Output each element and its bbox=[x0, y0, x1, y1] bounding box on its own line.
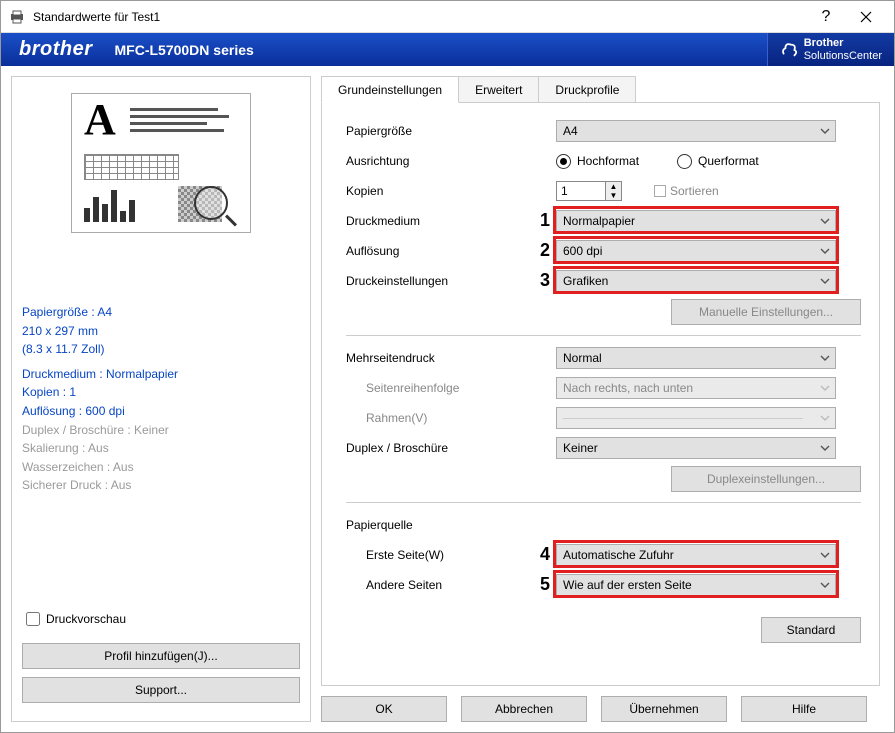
cancel-button[interactable]: Abbrechen bbox=[461, 696, 587, 722]
preview-image[interactable]: A bbox=[71, 93, 251, 233]
label-paper-source: Papierquelle bbox=[346, 518, 556, 532]
print-settings-dropdown[interactable]: Grafiken bbox=[556, 270, 836, 292]
border-dropdown bbox=[556, 407, 836, 429]
label-other-pages: Andere Seiten bbox=[346, 578, 556, 592]
left-panel: A Papiergröße : A4 210 x 297 mm (8.3 x 1… bbox=[11, 76, 311, 722]
label-copies: Kopien bbox=[346, 184, 556, 198]
spinner-up[interactable]: ▲ bbox=[606, 182, 621, 191]
copies-spinner[interactable]: ▲▼ bbox=[556, 181, 622, 201]
chevron-down-icon bbox=[820, 442, 830, 456]
chevron-down-icon bbox=[820, 352, 830, 366]
chevron-down-icon bbox=[820, 579, 830, 593]
printer-model: MFC-L5700DN series bbox=[115, 42, 254, 58]
radio-portrait[interactable]: Hochformat bbox=[556, 154, 639, 169]
multipage-dropdown[interactable]: Normal bbox=[556, 347, 836, 369]
label-paper-size: Papiergröße bbox=[346, 124, 556, 138]
close-button[interactable] bbox=[846, 1, 886, 33]
window-title: Standardwerte für Test1 bbox=[33, 10, 806, 24]
label-border: Rahmen(V) bbox=[346, 411, 556, 425]
label-multipage: Mehrseitendruck bbox=[346, 351, 556, 365]
printer-icon bbox=[9, 9, 25, 25]
annotation-4: 4 bbox=[540, 544, 550, 565]
annotation-2: 2 bbox=[540, 240, 550, 261]
label-first-page: Erste Seite(W) bbox=[346, 548, 556, 562]
apply-button[interactable]: Übernehmen bbox=[601, 696, 727, 722]
label-orientation: Ausrichtung bbox=[346, 154, 556, 168]
solutions-center-button[interactable]: BrotherSolutionsCenter bbox=[767, 33, 894, 66]
duplex-settings-button[interactable]: Duplexeinstellungen... bbox=[671, 466, 861, 492]
chevron-down-icon bbox=[820, 412, 830, 426]
annotation-1: 1 bbox=[540, 210, 550, 231]
brand-logo: brother bbox=[19, 38, 93, 61]
chevron-down-icon bbox=[820, 215, 830, 229]
settings-summary: Papiergröße : A4 210 x 297 mm (8.3 x 11.… bbox=[22, 303, 300, 495]
radio-landscape[interactable]: Querformat bbox=[677, 154, 759, 169]
help-button[interactable]: ? bbox=[806, 1, 846, 33]
brandbar: brother MFC-L5700DN series BrotherSoluti… bbox=[1, 33, 894, 66]
chevron-down-icon bbox=[820, 549, 830, 563]
print-preview-checkbox[interactable] bbox=[26, 612, 40, 626]
collate-checkbox: Sortieren bbox=[654, 184, 719, 198]
annotation-3: 3 bbox=[540, 270, 550, 291]
label-media: Druckmedium bbox=[346, 214, 556, 228]
support-button[interactable]: Support... bbox=[22, 677, 300, 703]
tab-content: Papiergröße A4 Ausrichtung Hochformat bbox=[321, 103, 880, 686]
add-profile-button[interactable]: Profil hinzufügen(J)... bbox=[22, 643, 300, 669]
defaults-button[interactable]: Standard bbox=[761, 617, 861, 643]
chevron-down-icon bbox=[820, 382, 830, 396]
media-dropdown[interactable]: Normalpapier bbox=[556, 210, 836, 232]
page-order-dropdown: Nach rechts, nach unten bbox=[556, 377, 836, 399]
annotation-5: 5 bbox=[540, 574, 550, 595]
tab-profiles[interactable]: Druckprofile bbox=[538, 76, 636, 103]
chevron-down-icon bbox=[820, 125, 830, 139]
solutions-line2: SolutionsCenter bbox=[804, 50, 882, 62]
manual-settings-button[interactable]: Manuelle Einstellungen... bbox=[671, 299, 861, 325]
chevron-down-icon bbox=[820, 275, 830, 289]
solutions-icon bbox=[780, 41, 798, 59]
label-resolution: Auflösung bbox=[346, 244, 556, 258]
tab-bar: Grundeinstellungen Erweitert Druckprofil… bbox=[321, 76, 880, 103]
magnifier-icon bbox=[194, 186, 236, 228]
solutions-line1: Brother bbox=[804, 37, 844, 49]
copies-input[interactable] bbox=[556, 181, 606, 201]
spinner-down[interactable]: ▼ bbox=[606, 191, 621, 200]
label-page-order: Seitenreihenfolge bbox=[346, 381, 556, 395]
chevron-down-icon bbox=[820, 245, 830, 259]
resolution-dropdown[interactable]: 600 dpi bbox=[556, 240, 836, 262]
label-duplex: Duplex / Broschüre bbox=[346, 441, 556, 455]
label-print-settings: Druckeinstellungen bbox=[346, 274, 556, 288]
titlebar: Standardwerte für Test1 ? bbox=[1, 1, 894, 33]
duplex-dropdown[interactable]: Keiner bbox=[556, 437, 836, 459]
help-button-bottom[interactable]: Hilfe bbox=[741, 696, 867, 722]
paper-size-dropdown[interactable]: A4 bbox=[556, 120, 836, 142]
print-preview-label: Druckvorschau bbox=[46, 612, 126, 626]
first-page-dropdown[interactable]: Automatische Zufuhr bbox=[556, 544, 836, 566]
ok-button[interactable]: OK bbox=[321, 696, 447, 722]
tab-advanced[interactable]: Erweitert bbox=[458, 76, 539, 103]
tab-basic[interactable]: Grundeinstellungen bbox=[321, 76, 459, 103]
other-pages-dropdown[interactable]: Wie auf der ersten Seite bbox=[556, 574, 836, 596]
